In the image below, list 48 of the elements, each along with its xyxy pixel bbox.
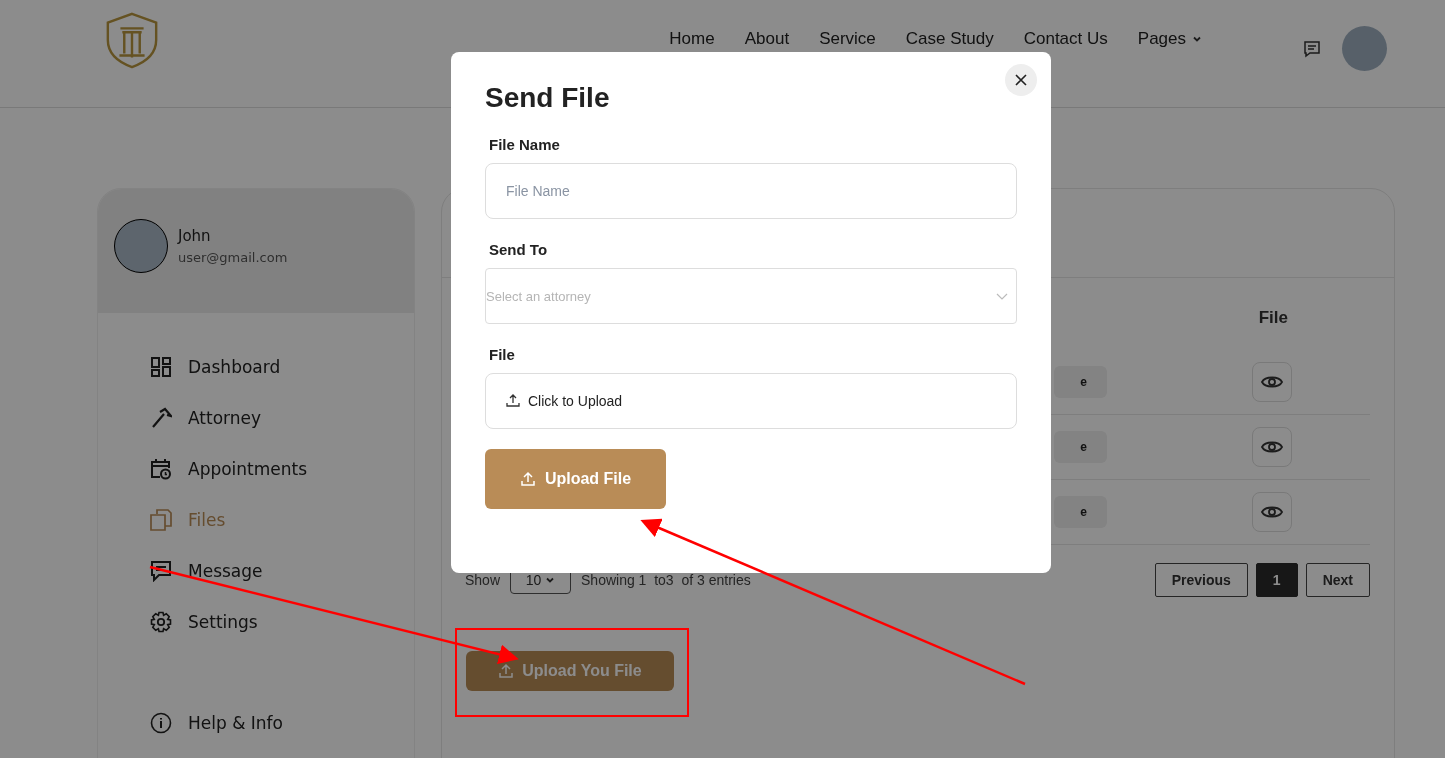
sidebar-item[interactable]: Message xyxy=(150,545,263,596)
user-email: user@gmail.com xyxy=(178,250,288,265)
pagination-button[interactable]: Next xyxy=(1305,563,1370,597)
chat-icon[interactable] xyxy=(1302,38,1322,59)
field-label: File Name xyxy=(488,136,561,153)
upload-icon xyxy=(506,394,520,408)
upload-field[interactable]: Click to Upload xyxy=(485,373,1017,429)
field-label: File xyxy=(488,346,516,363)
nav-link[interactable]: Case Study xyxy=(905,28,994,49)
upload-icon xyxy=(519,471,536,487)
info-icon xyxy=(150,711,172,734)
file-name-field[interactable]: File Name xyxy=(485,163,1017,219)
upload-file-button[interactable]: Upload File xyxy=(485,449,666,509)
column-header: File xyxy=(1258,308,1288,328)
sidebar-item[interactable]: Attorney xyxy=(150,392,262,443)
sidebar-item[interactable]: Appointments xyxy=(150,443,308,494)
view-button[interactable] xyxy=(1252,492,1292,532)
user-name: John xyxy=(178,227,212,245)
nav-link[interactable]: Contact Us xyxy=(1023,28,1108,49)
show-label: Show xyxy=(465,572,501,588)
entries-info: Showing 1 to3 of 3 entries xyxy=(581,572,751,588)
field-label: Send To xyxy=(488,241,549,258)
hammer-icon xyxy=(150,406,172,429)
calendar-clock-icon xyxy=(150,457,172,480)
caret-icon xyxy=(545,575,556,585)
pagination-button[interactable]: Previous xyxy=(1154,563,1248,597)
pagination-button[interactable]: 1 xyxy=(1255,563,1298,597)
sidebar-item[interactable]: Settings xyxy=(150,596,258,647)
nav-link[interactable]: Home xyxy=(669,28,715,49)
nav-link[interactable]: Pages xyxy=(1137,28,1202,49)
close-button[interactable] xyxy=(1005,64,1037,96)
settings-icon xyxy=(150,610,172,633)
upload-icon xyxy=(498,663,515,679)
nav-link[interactable]: Service xyxy=(819,28,876,49)
copy-icon xyxy=(150,508,172,531)
nav-link[interactable]: About xyxy=(744,28,790,49)
dashboard-icon xyxy=(150,355,172,378)
close-icon xyxy=(1015,74,1027,86)
status-badge: e xyxy=(1054,496,1107,528)
dialog-title: Send File xyxy=(485,82,610,114)
help-link[interactable]: Help & Info xyxy=(150,697,283,748)
status-badge: e xyxy=(1054,366,1107,398)
view-button[interactable] xyxy=(1252,362,1292,402)
status-badge: e xyxy=(1054,431,1107,463)
avatar-photo-placeholder xyxy=(114,219,168,273)
message-icon xyxy=(150,559,172,582)
sidebar-item[interactable]: Dashboard xyxy=(150,341,281,392)
view-button[interactable] xyxy=(1252,427,1292,467)
